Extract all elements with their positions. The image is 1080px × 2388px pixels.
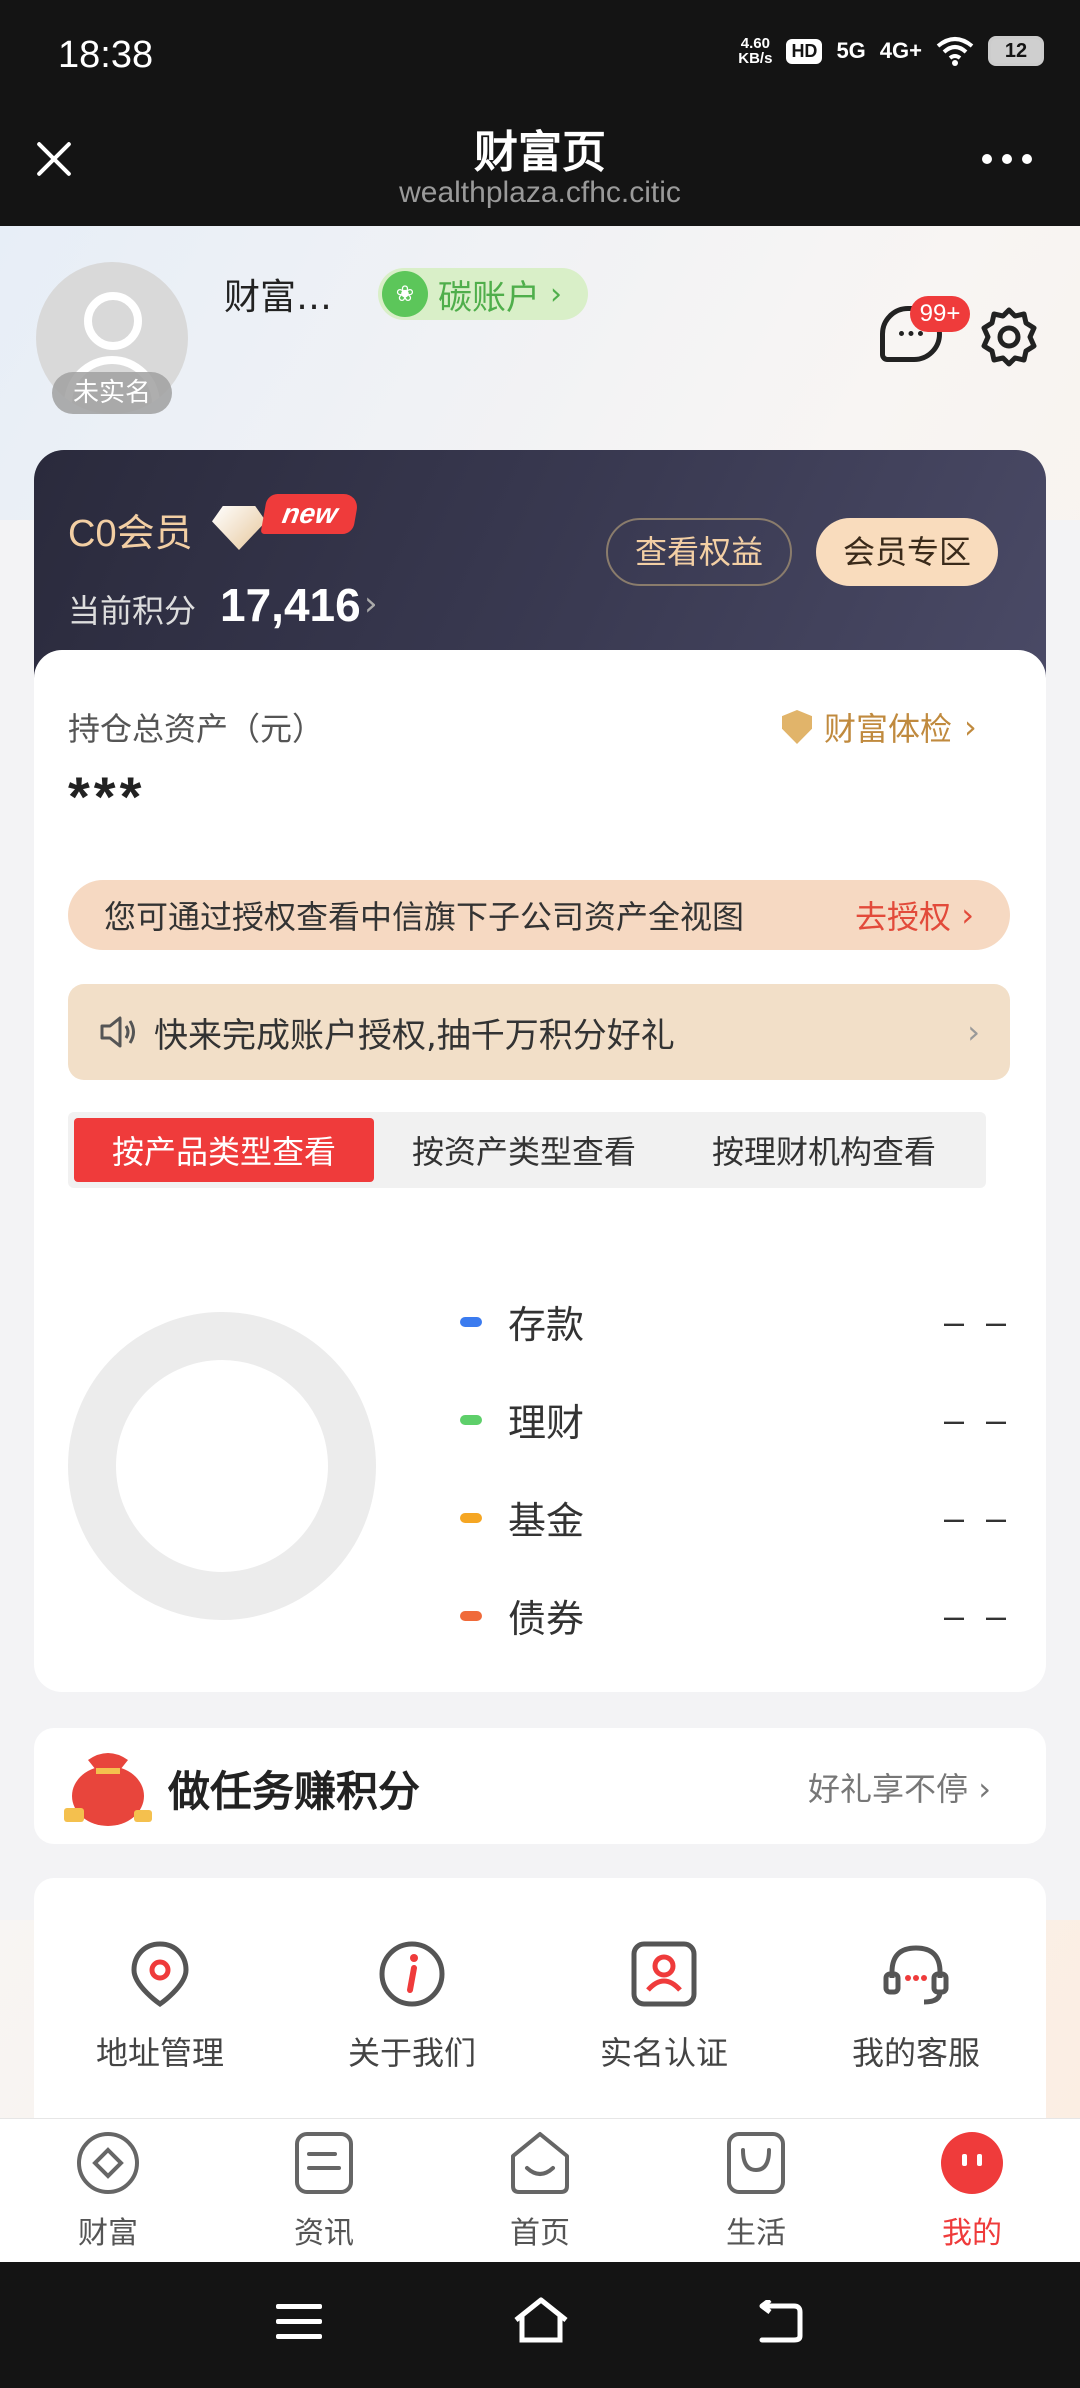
more-icon[interactable] — [982, 154, 1032, 164]
id-card-icon — [631, 1941, 697, 2007]
legend-item-bond: 债券 – – — [460, 1588, 1012, 1643]
nav-life[interactable]: 生活 — [686, 2130, 826, 2252]
service-address-management[interactable]: 地址管理 — [60, 1938, 260, 2074]
legend-dot — [460, 1610, 482, 1621]
promo-text: 快来完成账户授权,抽千万积分好礼 — [154, 1015, 675, 1056]
network-speed: 4.60 KB/s — [738, 35, 773, 67]
signal-4g-icon: 4G+ — [879, 38, 922, 63]
legend-item-deposit: 存款 – – — [460, 1294, 1012, 1349]
shield-icon — [782, 710, 812, 744]
chevron-right-icon[interactable]: › — [364, 584, 378, 624]
authorization-text: 您可通过授权查看中信旗下子公司资产全视图 — [104, 898, 745, 936]
points-value[interactable]: 17,416 — [220, 578, 361, 632]
chevron-right-icon: › — [967, 1013, 980, 1051]
page-url: wealthplaza.cfhc.citic — [399, 176, 681, 209]
authorize-link[interactable]: 去授权 — [855, 892, 951, 938]
nav-home[interactable]: 首页 — [470, 2130, 610, 2252]
leaf-icon: ❀ — [382, 271, 428, 317]
authorization-banner[interactable]: 您可通过授权查看中信旗下子公司资产全视图 去授权 › — [68, 880, 1010, 950]
status-icons: 4.60 KB/s HD 5G 4G+ 12 — [738, 36, 1044, 66]
home-nav-icon[interactable] — [512, 2296, 570, 2346]
service-about-us[interactable]: 关于我们 — [312, 1938, 512, 2074]
asset-donut-chart — [68, 1312, 376, 1620]
promo-banner[interactable]: 快来完成账户授权,抽千万积分好礼 › — [68, 984, 1010, 1080]
task-title: 做任务赚积分 — [168, 1767, 421, 1816]
legend-dot — [460, 1414, 482, 1425]
tab-by-asset-type[interactable]: 按资产类型查看 — [374, 1118, 674, 1182]
menu-icon[interactable] — [276, 2304, 322, 2340]
carbon-account-label: 碳账户 — [438, 277, 540, 318]
service-real-name-verification[interactable]: 实名认证 — [564, 1938, 764, 2074]
lucky-bag-icon — [64, 1753, 152, 1826]
view-rights-button[interactable]: 查看权益 — [606, 518, 792, 586]
wealth-icon — [77, 2132, 139, 2194]
legend-dot — [460, 1512, 482, 1523]
top-bar: 18:38 4.60 KB/s HD 5G 4G+ 12 财富页 wealthp… — [0, 0, 1080, 226]
headset-icon — [883, 1945, 949, 2005]
total-assets-label: 持仓总资产（元） — [68, 710, 325, 748]
member-level: C0会员 — [68, 513, 193, 555]
tab-by-institution[interactable]: 按理财机构查看 — [674, 1118, 974, 1182]
legend-dot — [460, 1316, 482, 1327]
chevron-right-icon: › — [550, 276, 562, 312]
info-icon — [379, 1941, 445, 2007]
chevron-right-icon: › — [951, 896, 974, 934]
nav-mine[interactable]: 我的 — [902, 2130, 1042, 2252]
avatar-head-shape — [84, 292, 142, 350]
back-icon[interactable] — [754, 2300, 804, 2344]
mine-icon — [941, 2132, 1003, 2194]
legend-item-wealth-management: 理财 – – — [460, 1392, 1012, 1447]
carbon-account-button[interactable]: ❀ 碳账户 › — [378, 268, 588, 320]
asset-view-tabs: 按产品类型查看 按资产类型查看 按理财机构查看 — [68, 1112, 986, 1188]
message-count-badge: 99+ — [910, 296, 970, 332]
gear-icon[interactable] — [978, 306, 1040, 368]
wealth-health-check-link[interactable]: 财富体检 › — [782, 704, 977, 750]
total-assets-value: *** — [68, 765, 146, 828]
username: 财富… — [224, 277, 333, 318]
verification-status-badge[interactable]: 未实名 — [52, 372, 172, 414]
chevron-right-icon: › — [964, 708, 977, 746]
news-icon — [295, 2132, 353, 2194]
page-title: 财富页 — [474, 127, 606, 178]
location-pin-icon — [131, 1941, 189, 2008]
new-badge: new — [260, 494, 360, 534]
signal-5g-icon: 5G — [836, 38, 866, 63]
health-check-label: 财富体检 — [824, 710, 953, 748]
nav-news[interactable]: 资讯 — [254, 2130, 394, 2252]
life-bag-icon — [727, 2132, 785, 2194]
member-zone-button[interactable]: 会员专区 — [816, 518, 998, 586]
nav-wealth[interactable]: 财富 — [38, 2130, 178, 2252]
legend-item-fund: 基金 – – — [460, 1490, 1012, 1545]
service-customer-support[interactable]: 我的客服 — [816, 1938, 1016, 2074]
points-label: 当前积分 — [68, 592, 197, 630]
task-subtitle[interactable]: 好礼享不停 › — [808, 1764, 991, 1810]
battery-icon: 12 — [988, 36, 1044, 66]
speaker-icon — [100, 1016, 135, 1048]
home-icon — [511, 2132, 569, 2194]
wifi-icon — [936, 37, 974, 66]
status-time: 18:38 — [58, 34, 154, 76]
hd-icon: HD — [786, 38, 823, 64]
tab-by-product-type[interactable]: 按产品类型查看 — [74, 1118, 374, 1182]
chevron-right-icon: › — [968, 1770, 991, 1808]
